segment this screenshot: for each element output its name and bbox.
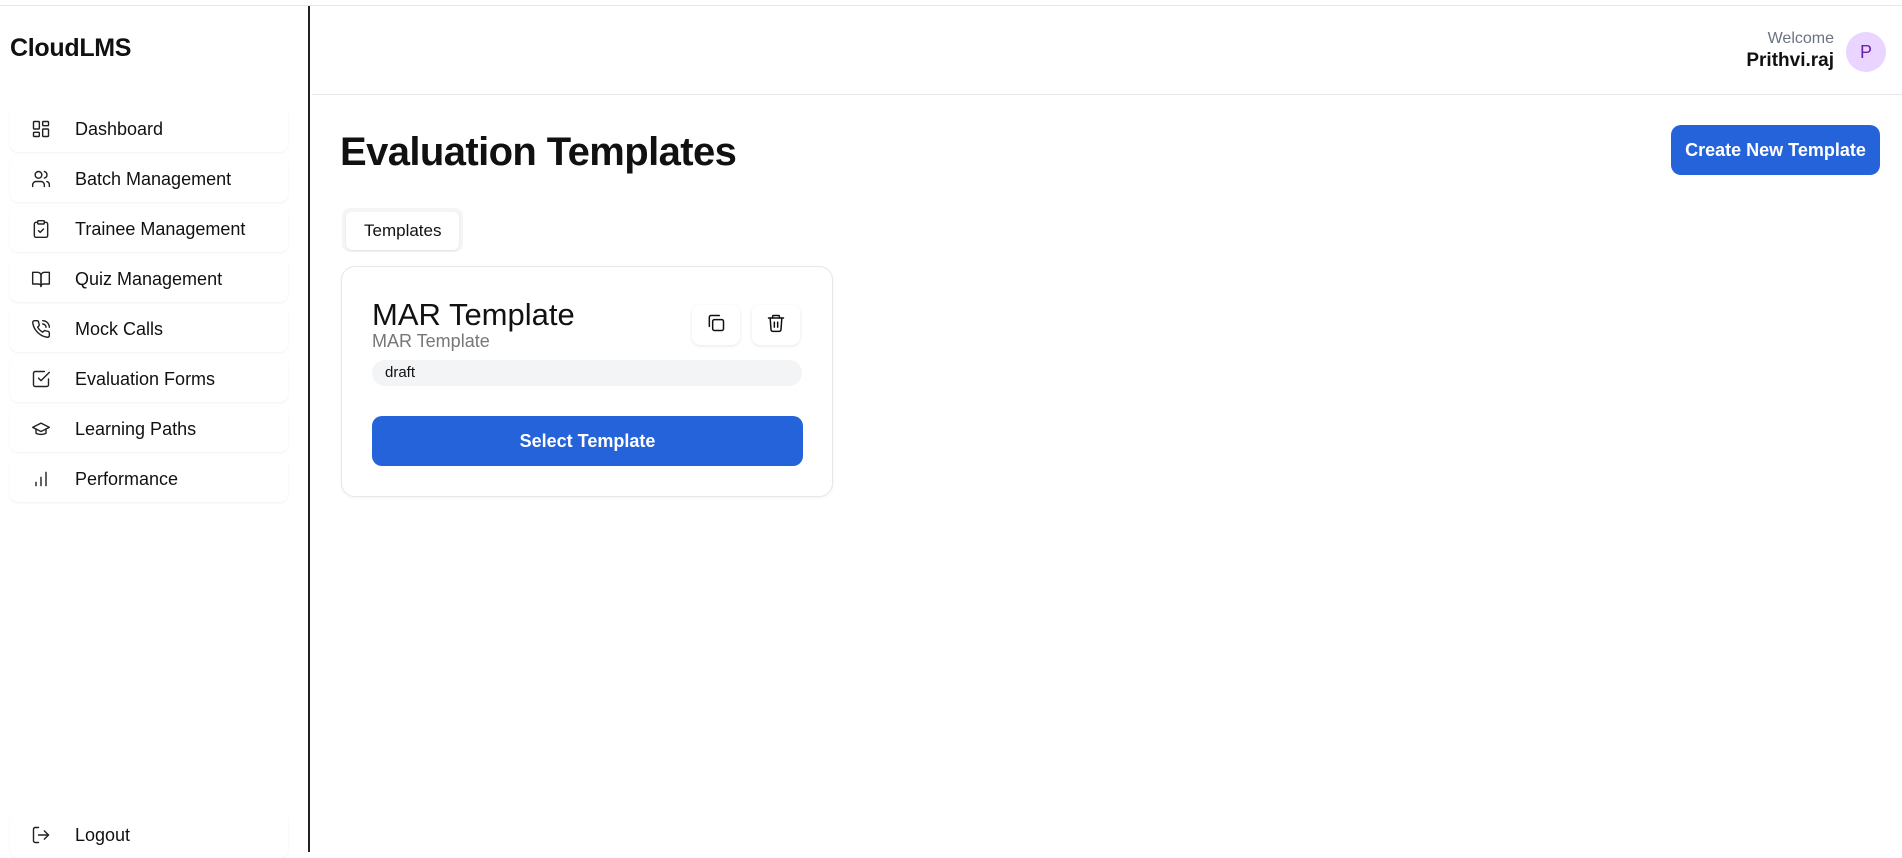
sidebar-item-label: Quiz Management <box>75 268 223 289</box>
sidebar-item-evaluation-forms[interactable]: Evaluation Forms <box>10 356 288 402</box>
sidebar-item-label: Trainee Management <box>75 218 246 239</box>
sidebar-item-label: Learning Paths <box>75 418 197 439</box>
square-check-icon <box>30 368 52 390</box>
bar-chart-icon <box>30 468 52 490</box>
sidebar-item-dashboard[interactable]: Dashboard <box>10 106 288 152</box>
tab-templates[interactable]: Templates <box>346 212 460 250</box>
page-title: Evaluation Templates <box>340 130 737 174</box>
users-icon <box>30 168 52 190</box>
logout-icon <box>30 824 52 846</box>
sidebar-item-batch-management[interactable]: Batch Management <box>10 156 288 202</box>
sidebar-item-trainee-management[interactable]: Trainee Management <box>10 206 288 252</box>
user-name: Prithvi.raj <box>1746 50 1834 71</box>
dashboard-icon <box>30 118 52 140</box>
sidebar: CloudLMS Dashboard Batch Management Trai… <box>0 6 310 858</box>
top-header: Welcome Prithvi.raj P <box>312 6 1902 95</box>
sidebar-item-quiz-management[interactable]: Quiz Management <box>10 256 288 302</box>
sidebar-item-label: Mock Calls <box>75 318 164 339</box>
sidebar-item-label: Dashboard <box>75 118 164 139</box>
avatar[interactable]: P <box>1846 32 1886 72</box>
select-template-button[interactable]: Select Template <box>372 416 803 466</box>
create-new-template-button[interactable]: Create New Template <box>1671 125 1880 175</box>
sidebar-item-learning-paths[interactable]: Learning Paths <box>10 406 288 452</box>
logout-label: Logout <box>75 824 131 845</box>
status-badge: draft <box>372 360 802 386</box>
copy-icon <box>706 313 726 338</box>
graduation-cap-icon <box>30 418 52 440</box>
template-card: MAR Template MAR Template draft Select T… <box>341 266 833 497</box>
clipboard-check-icon <box>30 218 52 240</box>
template-description: MAR Template <box>372 331 490 351</box>
logout-button[interactable]: Logout <box>10 812 288 858</box>
welcome-label: Welcome <box>1767 30 1834 47</box>
phone-call-icon <box>30 318 52 340</box>
duplicate-template-button[interactable] <box>692 305 740 345</box>
book-open-icon <box>30 268 52 290</box>
sidebar-item-label: Batch Management <box>75 168 232 189</box>
tabs-list: Templates <box>342 208 464 252</box>
trash-icon <box>766 313 786 338</box>
user-greeting: Welcome Prithvi.raj <box>1746 30 1834 72</box>
sidebar-item-label: Evaluation Forms <box>75 368 216 389</box>
sidebar-item-label: Performance <box>75 468 179 489</box>
sidebar-item-performance[interactable]: Performance <box>10 456 288 502</box>
sidebar-nav: Dashboard Batch Management Trainee Manag… <box>10 106 288 506</box>
delete-template-button[interactable] <box>752 305 800 345</box>
sidebar-item-mock-calls[interactable]: Mock Calls <box>10 306 288 352</box>
template-title: MAR Template <box>372 297 575 332</box>
brand-logo: CloudLMS <box>10 34 132 62</box>
